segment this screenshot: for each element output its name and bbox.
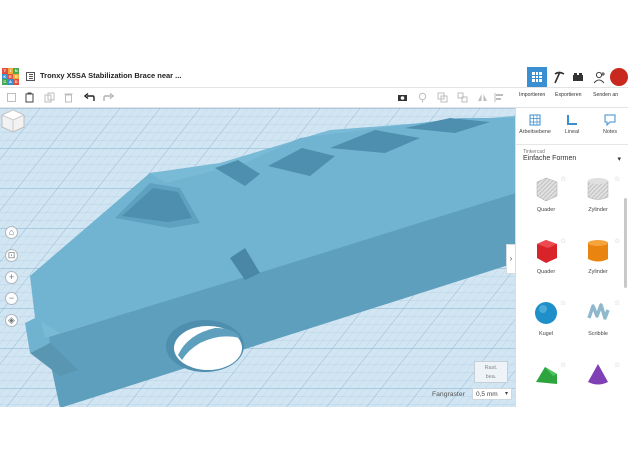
- settings-label-line2: bea.: [485, 374, 497, 380]
- delete-icon[interactable]: [63, 92, 74, 103]
- shape-label: Quader: [536, 207, 556, 213]
- tab-ruler[interactable]: Lineal: [554, 114, 590, 135]
- duplicate-icon[interactable]: [44, 92, 55, 103]
- pickaxe-icon: [553, 71, 564, 83]
- grid-settings-button[interactable]: Rast. bea.: [474, 361, 508, 383]
- shape-label: Zylinder: [588, 207, 608, 213]
- zoom-out-button[interactable]: −: [5, 292, 18, 305]
- export-button[interactable]: Exportieren: [555, 92, 582, 98]
- align-icon[interactable]: [494, 92, 505, 103]
- tab-label: Arbeitsebene: [519, 129, 551, 135]
- group-icon[interactable]: [437, 92, 448, 103]
- snap-grid-select[interactable]: 0,5 mm: [472, 388, 512, 400]
- import-button[interactable]: Importieren: [519, 92, 545, 98]
- box-red-icon: [537, 240, 557, 263]
- workplane-scene: [0, 108, 515, 407]
- bricks-icon: [573, 73, 583, 81]
- view-cube[interactable]: [0, 108, 26, 134]
- favorite-star-icon[interactable]: ☆: [560, 361, 566, 369]
- tab-notes[interactable]: Notes: [592, 114, 628, 135]
- edit-toolbar: Importieren Exportieren Senden an: [0, 88, 628, 108]
- user-avatar[interactable]: [610, 68, 628, 86]
- logo-letter: D: [13, 79, 19, 85]
- favorite-star-icon[interactable]: ☆: [614, 175, 620, 183]
- roof-green-icon: [536, 367, 557, 384]
- home-view-button[interactable]: ⌂: [5, 226, 18, 239]
- grid-view-button[interactable]: [527, 67, 547, 87]
- paste-icon[interactable]: [24, 92, 35, 103]
- add-user-button[interactable]: [589, 67, 609, 87]
- favorite-star-icon[interactable]: ☆: [560, 175, 566, 183]
- 3d-workplane-viewport[interactable]: ⌂ ⊡ + − ◈ Rast. bea. Fangraster 0,5 mm ›: [0, 108, 515, 407]
- box-striped-icon: [536, 177, 558, 202]
- favorite-star-icon[interactable]: ☆: [614, 299, 620, 307]
- sphere-blue-icon: [535, 302, 557, 324]
- panel-scrollbar[interactable]: [624, 198, 627, 288]
- tinkercad-editor: T I N K E R C A D Tronxy X5SA Stabilizat…: [0, 66, 628, 407]
- collapse-panel-button[interactable]: ›: [506, 244, 515, 274]
- favorite-star-icon[interactable]: ☆: [560, 237, 566, 245]
- tinkercad-logo[interactable]: T I N K E R C A D: [2, 68, 19, 85]
- user-add-icon: [593, 71, 605, 83]
- favorite-star-icon[interactable]: ☆: [560, 299, 566, 307]
- fit-view-button[interactable]: ⊡: [5, 249, 18, 262]
- camera-icon[interactable]: [397, 92, 408, 103]
- shape-label: Scribble: [588, 331, 608, 337]
- favorite-star-icon[interactable]: ☆: [614, 361, 620, 369]
- mirror-icon[interactable]: [477, 92, 488, 103]
- ungroup-icon[interactable]: [457, 92, 468, 103]
- perspective-button[interactable]: ◈: [5, 314, 18, 327]
- favorite-star-icon[interactable]: ☆: [614, 237, 620, 245]
- top-bar: T I N K E R C A D Tronxy X5SA Stabilizat…: [0, 66, 628, 88]
- undo-icon[interactable]: [84, 92, 95, 103]
- tab-label: Notes: [602, 129, 618, 135]
- send-to-button[interactable]: Senden an: [593, 92, 618, 98]
- scribble-icon: [587, 303, 610, 320]
- ruler-icon: [567, 115, 577, 125]
- cone-purple-icon: [588, 364, 608, 385]
- shape-label: Kugel: [538, 331, 554, 337]
- shapes-panel: Arbeitsebene Lineal Notes Tinkercad Einf…: [515, 108, 628, 407]
- settings-label-line1: Rast.: [484, 365, 498, 371]
- light-icon[interactable]: [417, 92, 428, 103]
- workplane-icon: [529, 114, 541, 126]
- snap-grid-label: Fangraster: [432, 391, 465, 398]
- shape-library-select[interactable]: Einfache Formen: [521, 155, 621, 167]
- tab-label: Lineal: [564, 129, 580, 135]
- cylinder-orange-icon: [588, 240, 608, 262]
- design-list-icon[interactable]: [26, 72, 35, 81]
- notes-icon: [604, 114, 616, 126]
- divider: [516, 144, 628, 145]
- build-button[interactable]: [549, 67, 569, 87]
- bricks-button[interactable]: [568, 67, 588, 87]
- shape-label: Zylinder: [588, 269, 608, 275]
- new-shape-icon[interactable]: [6, 92, 17, 103]
- cylinder-striped-icon: [587, 178, 609, 200]
- grid-icon: [532, 72, 542, 82]
- shape-label: Quader: [536, 269, 556, 275]
- zoom-in-button[interactable]: +: [5, 271, 18, 284]
- tab-workplane[interactable]: Arbeitsebene: [517, 114, 553, 135]
- redo-icon[interactable]: [103, 92, 114, 103]
- document-title[interactable]: Tronxy X5SA Stabilization Brace near ...: [40, 71, 181, 80]
